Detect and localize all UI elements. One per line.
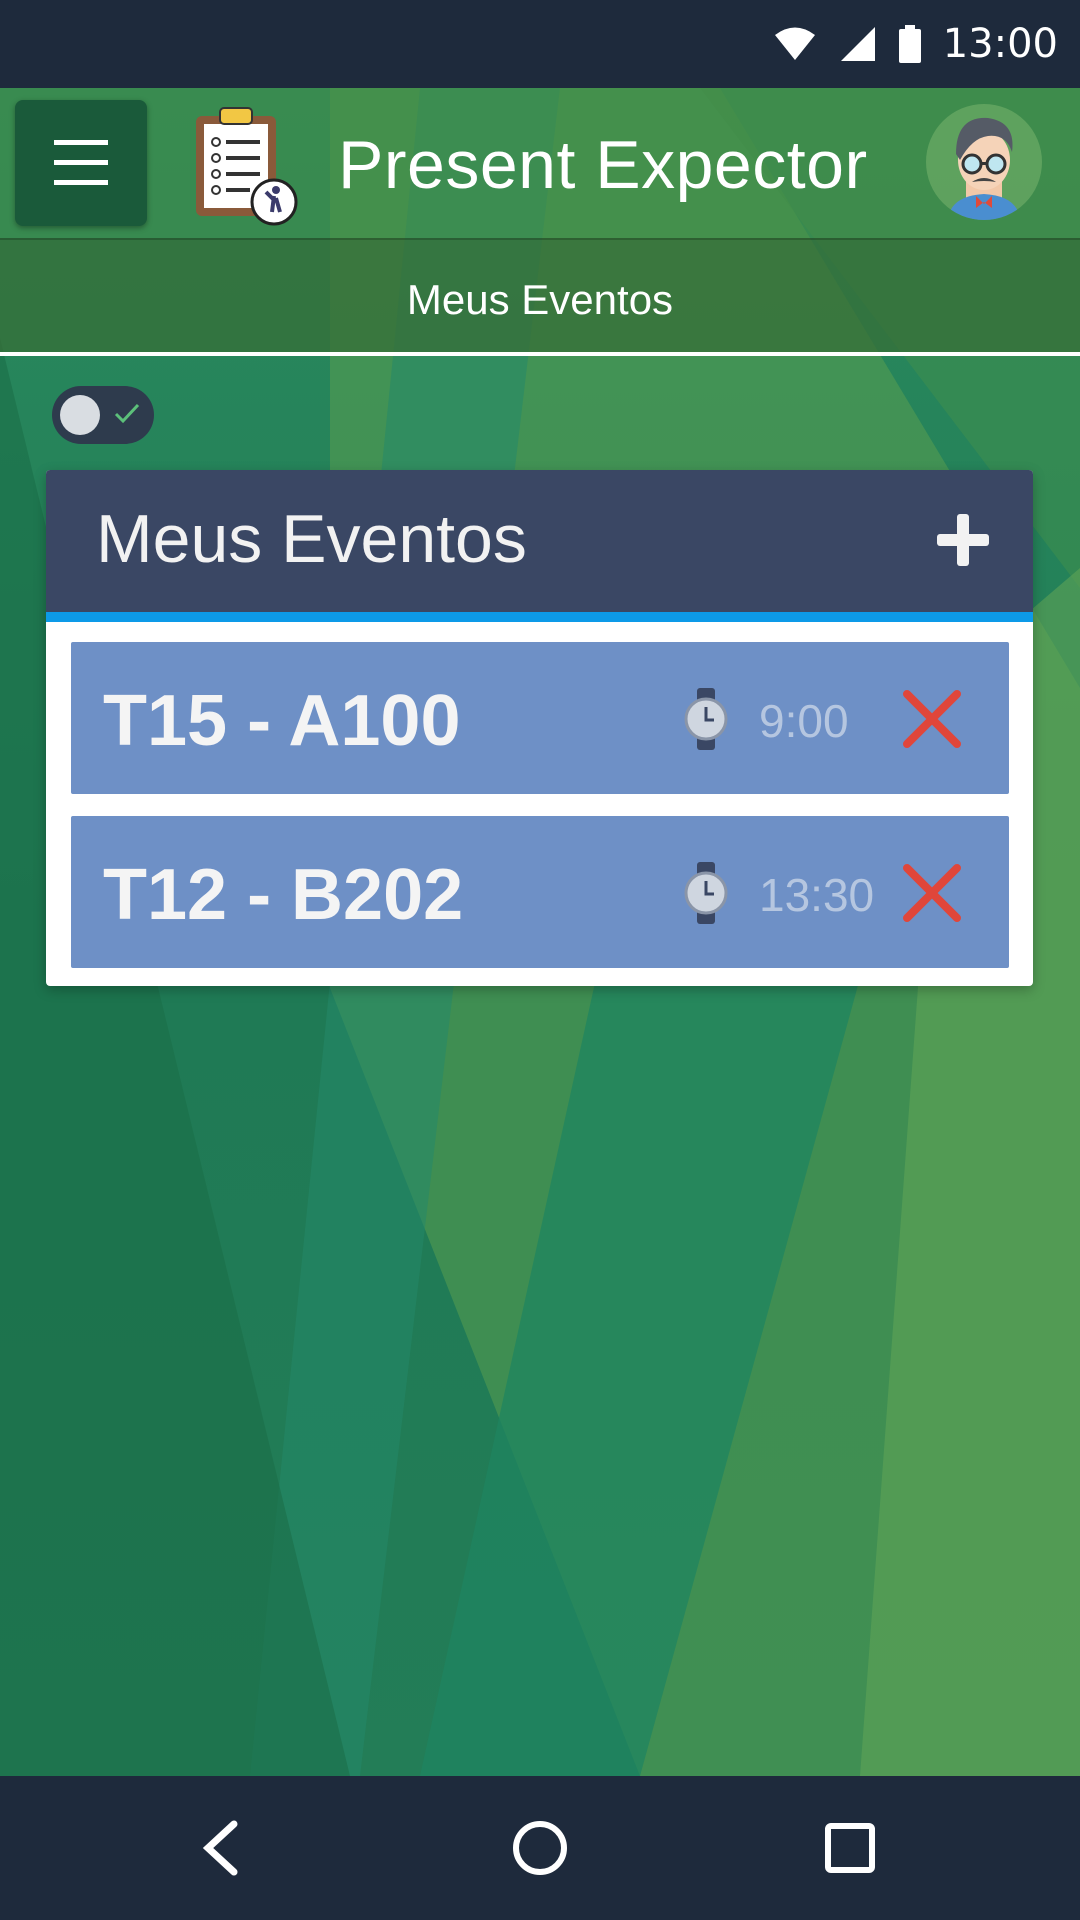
card-title: Meus Eventos xyxy=(96,501,527,577)
app-title: Present Expector xyxy=(338,127,868,203)
user-avatar[interactable] xyxy=(926,104,1042,220)
close-x-icon[interactable] xyxy=(901,688,963,750)
home-icon xyxy=(513,1821,567,1875)
system-nav-bar xyxy=(0,1776,1080,1920)
event-name: T12 - B202 xyxy=(103,855,464,935)
watch-icon xyxy=(684,862,728,924)
status-bar: 13:00 xyxy=(0,0,1080,88)
events-card: Meus Eventos T15 - A100 9:00 T12 - B202 … xyxy=(46,470,1033,986)
watch-icon xyxy=(684,688,728,750)
wifi-icon xyxy=(774,27,815,60)
back-icon xyxy=(202,1820,238,1876)
close-x-icon[interactable] xyxy=(901,862,963,924)
battery-icon xyxy=(898,25,921,63)
app-header: Present Expector xyxy=(0,88,1080,238)
plus-icon[interactable] xyxy=(933,510,993,570)
clipboard-checklist-icon xyxy=(196,107,298,226)
event-time: 13:30 xyxy=(759,869,875,921)
back-button[interactable] xyxy=(170,1798,270,1898)
tab-active-indicator xyxy=(0,352,1080,356)
event-time: 9:00 xyxy=(759,695,849,747)
hamburger-menu-icon xyxy=(54,140,108,185)
toggle-knob xyxy=(60,395,100,435)
event-row[interactable]: T12 - B202 13:30 xyxy=(71,816,1009,968)
event-row[interactable]: T15 - A100 9:00 xyxy=(71,642,1009,794)
menu-button[interactable] xyxy=(15,100,147,226)
user-avatar-icon xyxy=(948,117,1020,220)
tab-meus-eventos[interactable]: Meus Eventos xyxy=(0,276,1080,324)
recent-apps-button[interactable] xyxy=(800,1798,900,1898)
card-header-accent xyxy=(46,612,1033,622)
event-name: T15 - A100 xyxy=(103,681,461,761)
tab-bar: Meus Eventos xyxy=(0,238,1080,356)
card-header: Meus Eventos xyxy=(46,470,1033,612)
home-button[interactable] xyxy=(490,1798,590,1898)
check-icon xyxy=(114,403,140,424)
toggle-switch[interactable] xyxy=(52,386,154,444)
signal-icon xyxy=(840,27,875,61)
status-time: 13:00 xyxy=(942,21,1058,67)
recent-apps-icon xyxy=(825,1823,875,1873)
